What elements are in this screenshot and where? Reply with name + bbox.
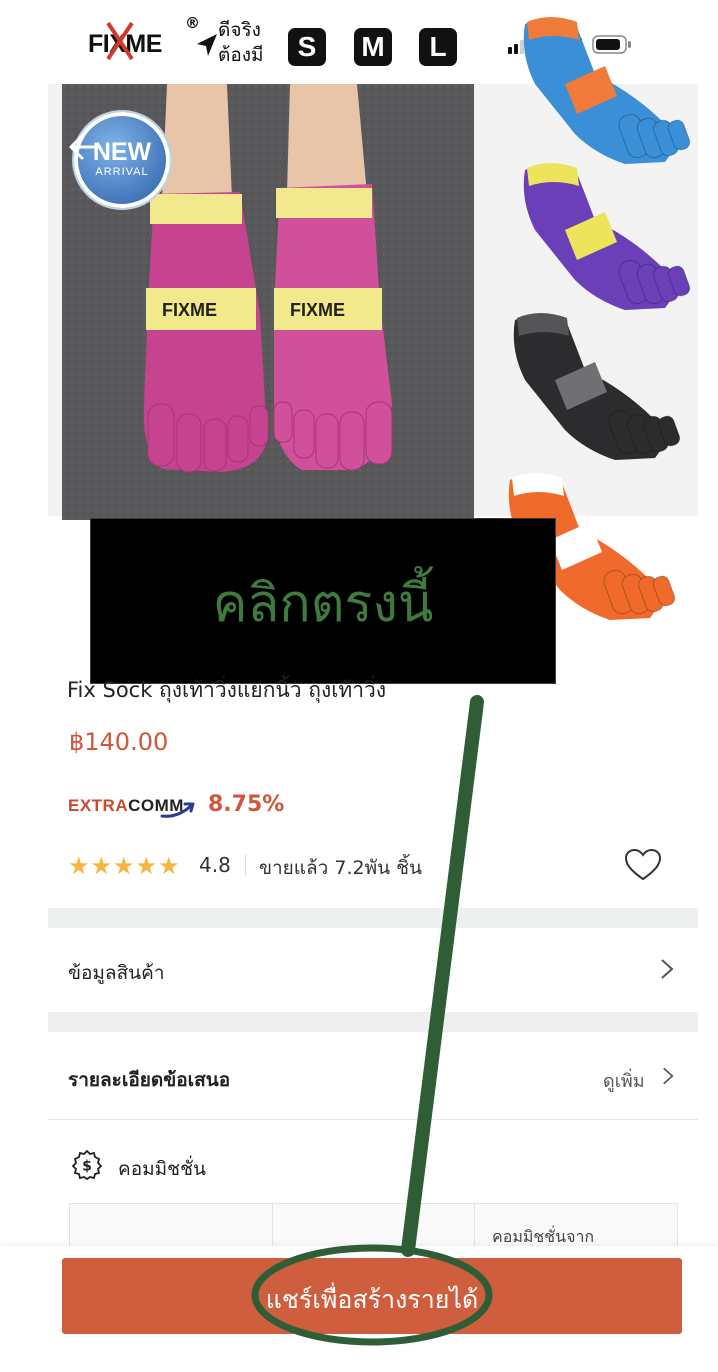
brand-x-mark [106,21,134,61]
back-arrow-icon[interactable] [66,132,102,162]
size-badge-l: L [419,28,457,66]
trend-arrow-icon [160,802,195,818]
product-title: Fix Sock ถุงเท้าวิ่งแยกนิ้ว ถุงเท้าวิ่ง [67,678,387,702]
size-badge-s: S [288,28,326,66]
extracomm-rate: 8.75% [208,792,285,817]
extracomm-extra: EXTRA [68,796,129,815]
section-spacer [48,908,698,928]
rating-stars: ★★★★★ [68,852,181,880]
offer-details-label: รายละเอียดข้อเสนอ [68,1069,231,1091]
brand-tagline: ดีจริง ต้องมี [218,18,264,68]
rating-value: 4.8 [199,853,231,877]
size-badge-m: M [354,28,392,66]
svg-text:$: $ [82,1159,92,1175]
tagline-line-1: ดีจริง [218,19,261,41]
gallery-thumbnail[interactable] [505,14,695,164]
heart-icon[interactable] [624,848,662,882]
location-arrow-icon [197,34,217,56]
click-here-overlay[interactable]: คลิกตรงนี้ [90,518,556,684]
product-price: ฿140.00 [69,728,169,756]
tagline-line-2: ต้องมี [218,44,264,66]
click-here-label: คลิกตรงนี้ [212,574,434,634]
rating-divider [245,854,246,876]
svg-text:FIXME: FIXME [290,300,345,320]
see-more-link[interactable]: ดูเพิ่ม [603,1066,645,1095]
gallery-thumbnail[interactable] [495,310,685,460]
chevron-right-icon [661,959,674,979]
chevron-right-icon [663,1067,674,1085]
svg-text:FIXME: FIXME [162,300,217,320]
row-divider [48,1119,698,1120]
commission-label: คอมมิชชั่น [118,1158,206,1180]
product-info-label: ข้อมูลสินค้า [68,962,165,984]
registered-mark: ® [185,14,200,32]
share-to-earn-button[interactable]: แชร์เพื่อสร้างรายได้ [62,1258,682,1334]
gallery-thumbnail[interactable] [505,160,695,310]
badge-arrival-label: ARRIVAL [95,166,149,178]
share-to-earn-label: แชร์เพื่อสร้างรายได้ [265,1285,479,1314]
dollar-badge-icon: $ [72,1150,102,1180]
sold-count: ขายแล้ว 7.2พัน ชิ้น [259,857,423,879]
section-spacer [48,1012,698,1032]
